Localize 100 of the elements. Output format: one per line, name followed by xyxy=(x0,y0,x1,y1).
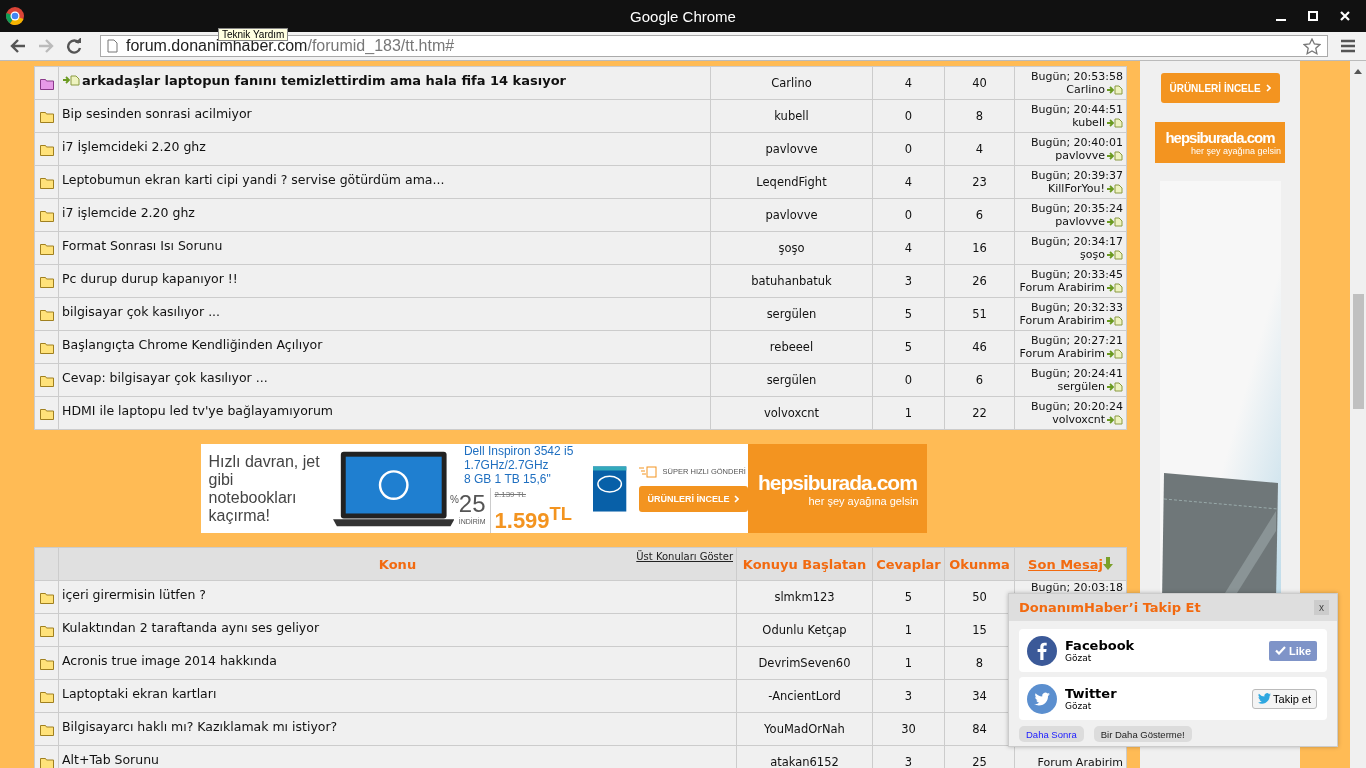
topic-link[interactable]: i7 İşlemcideki 2.20 ghz xyxy=(62,138,206,154)
topic-link[interactable]: Kulaktından 2 taraftanda aynı ses geliyor xyxy=(62,619,320,635)
starter-name[interactable]: LeqendFight xyxy=(756,175,827,189)
topic-link[interactable]: Başlangıçta Chrome Kendliğinden Açılıyor xyxy=(62,336,323,352)
view-count: 40 xyxy=(972,76,987,90)
go-to-post-icon[interactable] xyxy=(1106,381,1123,392)
go-to-post-icon[interactable] xyxy=(1106,150,1123,161)
show-top-topics-link[interactable]: Üst Konuları Göster xyxy=(636,551,733,562)
menu-icon[interactable] xyxy=(1340,39,1356,53)
go-to-post-icon[interactable] xyxy=(1106,84,1123,95)
topic-link[interactable]: Cevap: bilgisayar çok kasılıyor ... xyxy=(62,369,268,385)
last-post-user[interactable]: pavlovve xyxy=(1055,215,1105,228)
bookmark-star-icon[interactable] xyxy=(1303,37,1321,55)
topic-link[interactable]: Laptoptaki ekran kartları xyxy=(62,685,217,701)
browse-link[interactable]: Gözat xyxy=(1065,652,1135,664)
view-count: 46 xyxy=(972,340,987,354)
dont-show-again-button[interactable]: Bir Daha Gösterme! xyxy=(1093,726,1192,742)
go-to-post-icon[interactable] xyxy=(1106,249,1123,260)
ad-banner[interactable] xyxy=(200,444,927,533)
starter-name[interactable]: pavlovve xyxy=(765,208,818,222)
topic-link[interactable]: Pc durup durup kapanıyor !! xyxy=(62,270,238,286)
starter-name[interactable]: pavlovve xyxy=(765,142,818,156)
starter-name[interactable]: sergülen xyxy=(766,307,817,321)
scrollbar[interactable] xyxy=(1350,61,1366,768)
last-post-date: Bugün; 20:33:45 xyxy=(1029,268,1123,281)
last-post-user[interactable]: KillForYou! xyxy=(1048,182,1105,195)
go-to-post-icon[interactable] xyxy=(1106,282,1123,293)
last-post-user[interactable]: Forum Arabirim xyxy=(1019,347,1105,360)
product-spec: 1.7GHz/2.7GHz xyxy=(463,457,550,472)
new-post-icon[interactable] xyxy=(62,74,80,86)
last-post-user[interactable]: sergülen xyxy=(1057,380,1105,393)
browse-link[interactable]: Gözat xyxy=(1065,700,1117,712)
reply-count: 3 xyxy=(904,689,913,703)
forward-icon[interactable] xyxy=(38,39,54,53)
percent-sign: % xyxy=(449,492,459,505)
go-to-post-icon[interactable] xyxy=(1106,117,1123,128)
processor-badge-icon xyxy=(593,465,627,512)
starter-name[interactable]: kubell xyxy=(774,109,809,123)
view-count: 16 xyxy=(972,241,987,255)
topic-link[interactable]: Bilgisayarcı haklı mı? Kazıklamak mı istiyor? xyxy=(62,718,338,734)
go-to-post-icon[interactable] xyxy=(1106,348,1123,359)
last-post-date: Bugün; 20:53:58 xyxy=(1029,70,1123,83)
starter-name[interactable]: sergülen xyxy=(766,373,817,387)
view-count: 22 xyxy=(972,406,987,420)
last-post-date: Bugün; 20:34:17 xyxy=(1029,235,1123,248)
topic-link[interactable]: Bip sesinden sonrasi acilmiyor xyxy=(62,105,252,121)
check-icon xyxy=(1275,646,1286,655)
last-post-user[interactable]: Forum Arabirim xyxy=(1019,281,1105,294)
last-post-user[interactable]: kubell xyxy=(1072,116,1105,129)
topic-link[interactable]: Alt+Tab Sorunu xyxy=(62,751,160,767)
follow-button[interactable]: Takip et xyxy=(1252,688,1317,709)
chevron-right-icon xyxy=(1265,84,1271,92)
go-to-post-icon[interactable] xyxy=(1106,183,1123,194)
scroll-up-icon[interactable] xyxy=(1354,69,1362,74)
close-icon[interactable] xyxy=(1340,11,1350,21)
reply-count: 30 xyxy=(901,722,916,736)
bird-icon xyxy=(1258,693,1272,704)
last-post-date: Bugün; 20:20:24 xyxy=(1029,400,1123,413)
reply-count: 0 xyxy=(904,109,913,123)
go-to-post-icon[interactable] xyxy=(1106,414,1123,425)
reply-count: 0 xyxy=(904,208,913,222)
bird-icon[interactable] xyxy=(1027,683,1057,714)
scroll-thumb[interactable] xyxy=(1352,294,1364,409)
ad-headline: Hızlı davran, jet gibi notebookları kaçırma! xyxy=(208,452,321,525)
topic-link[interactable]: içeri girermisin lütfen ? xyxy=(62,586,206,602)
topic-link[interactable]: Format Sonrası Isı Sorunu xyxy=(62,237,223,253)
view-count: 6 xyxy=(975,373,984,387)
close-button[interactable]: x xyxy=(1314,600,1329,615)
maximize-icon[interactable] xyxy=(1308,11,1318,21)
reload-icon[interactable] xyxy=(66,38,82,54)
facebook-icon[interactable] xyxy=(1027,635,1057,666)
starter-name[interactable]: rebeeel xyxy=(769,340,814,354)
later-button[interactable]: Daha Sonra xyxy=(1019,726,1084,742)
last-post-user[interactable]: Carlino xyxy=(1066,83,1105,96)
last-post-date: Bugün; 20:39:37 xyxy=(1029,169,1123,182)
last-post-user[interactable]: volvoxcnt xyxy=(1052,413,1105,426)
last-post-date: Bugün; 20:35:24 xyxy=(1029,202,1123,215)
product-spec: 8 GB 1 TB 15,6" xyxy=(463,471,552,486)
starter-name[interactable]: şoşo xyxy=(778,241,805,255)
reply-count: 5 xyxy=(904,590,913,604)
topic-link[interactable]: bilgisayar çok kasılıyor ... xyxy=(62,303,221,319)
last-post-date: Bugün; 20:24:41 xyxy=(1029,367,1123,380)
last-post-user[interactable]: Forum Arabirim xyxy=(1019,314,1105,327)
topic-link[interactable]: i7 işlemcide 2.20 ghz xyxy=(62,204,195,220)
last-post-user[interactable]: pavlovve xyxy=(1055,149,1105,162)
starter-name[interactable]: slmkm123 xyxy=(774,590,835,604)
sort-down-icon[interactable] xyxy=(1102,556,1113,570)
last-post-user[interactable]: şoşo xyxy=(1080,248,1105,261)
starter-name[interactable]: Carlino xyxy=(771,76,812,90)
topic-link[interactable]: HDMI ile laptopu led tv'ye bağlayamıyorum xyxy=(62,402,334,418)
starter-name[interactable]: volvoxcnt xyxy=(763,406,820,420)
view-count: 15 xyxy=(972,623,987,637)
back-icon[interactable] xyxy=(10,39,26,53)
product-spec: Dell Inspiron 3542 i5 xyxy=(463,443,575,458)
go-to-post-icon[interactable] xyxy=(1106,216,1123,227)
go-to-post-icon[interactable] xyxy=(1106,315,1123,326)
shipping-icon xyxy=(638,465,657,478)
discount-value: 25 xyxy=(458,492,486,515)
topic-link[interactable]: Acronis true image 2014 hakkında xyxy=(62,652,277,668)
view-count: 50 xyxy=(972,590,987,604)
